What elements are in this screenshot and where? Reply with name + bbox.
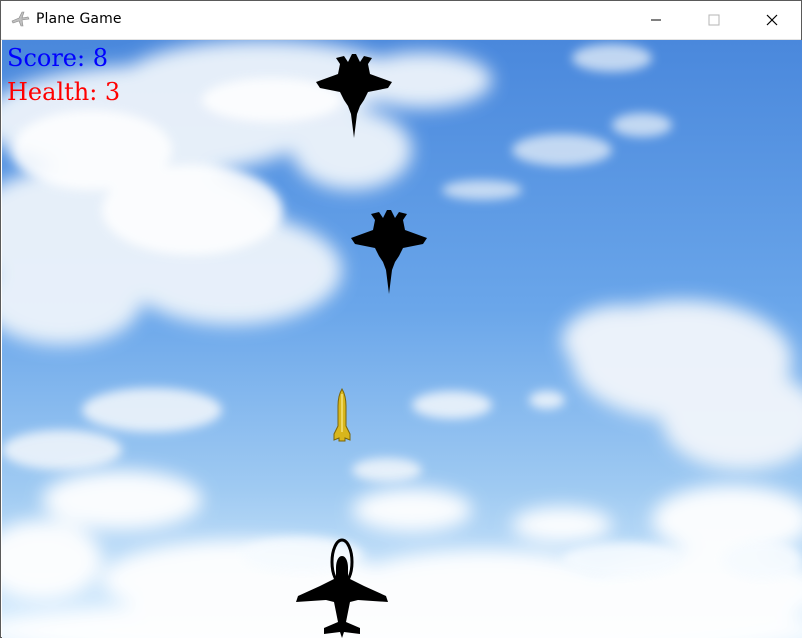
- window-title: Plane Game: [36, 11, 122, 27]
- game-window: Plane Game Score: 8 Health: 3: [0, 0, 802, 638]
- player-plane-icon: [296, 538, 388, 638]
- game-canvas[interactable]: Score: 8 Health: 3: [2, 40, 802, 638]
- missile-icon: [333, 388, 351, 442]
- health-label: Health: 3: [7, 78, 121, 106]
- minimize-button[interactable]: [633, 1, 679, 39]
- close-button[interactable]: [749, 1, 795, 39]
- minimize-icon: [651, 19, 661, 21]
- sky-background: [2, 40, 802, 638]
- enemy-jet-icon: [351, 210, 427, 294]
- close-icon: [766, 14, 778, 26]
- plane-icon: [10, 9, 30, 29]
- title-bar[interactable]: Plane Game: [1, 1, 801, 40]
- maximize-button[interactable]: [691, 1, 737, 39]
- score-label: Score: 8: [7, 44, 108, 72]
- enemy-jet-icon: [316, 54, 392, 138]
- maximize-icon: [708, 14, 720, 26]
